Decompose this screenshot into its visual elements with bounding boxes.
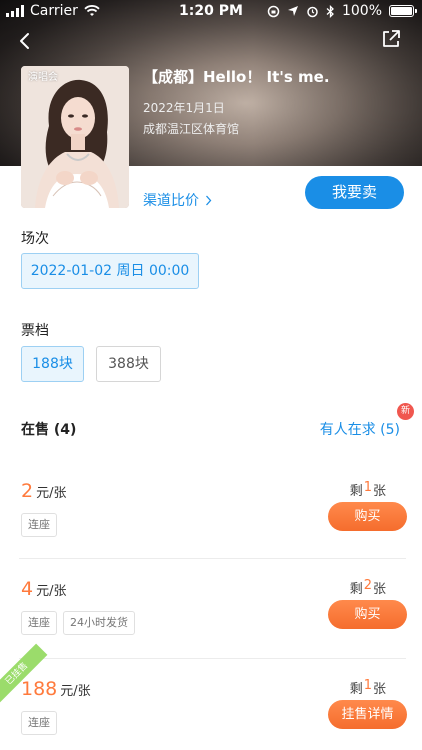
session-option[interactable]: 2022-01-02 周日 00:00 (21, 253, 199, 289)
remain-prefix: 剩 (349, 682, 363, 697)
price-value: 4 (21, 578, 34, 600)
wanted-link[interactable]: 有人在求 (5) (320, 419, 400, 439)
poster-image (21, 66, 129, 208)
listing-tag: 24小时发货 (63, 611, 135, 635)
listing-tag: 连座 (21, 513, 57, 537)
price-value: 2 (21, 480, 34, 502)
remain-number: 1 (363, 678, 372, 693)
bluetooth-icon (326, 4, 334, 18)
remain-prefix: 剩 (349, 484, 363, 499)
event-poster[interactable]: 演唱会 (21, 66, 129, 208)
event-title: 【成都】Hello！ It's me. (143, 68, 330, 86)
chevron-left-icon[interactable] (14, 30, 36, 52)
channel-compare-label: 渠道比价 (143, 193, 199, 209)
price-value: 188 (21, 678, 58, 700)
tier-option-388[interactable]: 388块 (96, 346, 161, 382)
listing-tags: 连座 24小时发货 (21, 611, 135, 635)
remain-number: 1 (363, 480, 372, 495)
listing-item: 4 元/张 连座 24小时发货 剩 2 张 购买 (0, 558, 422, 656)
listing-price: 2 元/张 (21, 480, 66, 502)
remain-suffix: 张 (372, 682, 386, 697)
status-right: 100% (267, 3, 417, 19)
price-unit: 元/张 (60, 684, 91, 699)
listing-item: 已挂售 188 元/张 连座 剩 1 张 挂售详情 (0, 643, 422, 750)
price-unit: 元/张 (36, 584, 67, 599)
remain-suffix: 张 (372, 582, 386, 597)
listing-price: 4 元/张 (21, 578, 66, 600)
remain-prefix: 剩 (349, 582, 363, 597)
listing-tag: 连座 (21, 611, 57, 635)
poster-category-tag: 演唱会 (28, 72, 58, 83)
new-badge: 新 (397, 403, 414, 420)
event-venue: 成都温江区体育馆 (143, 122, 240, 136)
location-icon (287, 6, 298, 16)
listing-price: 188 元/张 (21, 678, 91, 700)
alarm-icon (307, 6, 318, 17)
rotation-lock-icon (267, 5, 280, 17)
listing-item: 2 元/张 连座 剩 1 张 购买 (0, 460, 422, 558)
battery-percent: 100% (341, 3, 382, 19)
tier-option-188[interactable]: 188块 (21, 346, 84, 382)
event-date: 2022年1月1日 (143, 101, 225, 115)
share-icon[interactable] (380, 28, 402, 50)
tier-title: 票档 (21, 323, 49, 339)
listing-tag: 连座 (21, 711, 57, 735)
battery-icon (389, 5, 417, 17)
divider (19, 658, 406, 659)
remaining-count: 剩 1 张 (350, 678, 386, 697)
buy-button[interactable]: 购买 (328, 600, 407, 629)
status-bar: Carrier 1:20 PM 100% (0, 0, 422, 22)
ticket-detail-page: Carrier 1:20 PM 100% 演唱会 【成都】Hello！ It's… (0, 0, 422, 750)
session-title: 场次 (21, 231, 49, 247)
remaining-count: 剩 1 张 (350, 480, 386, 499)
price-unit: 元/张 (36, 486, 67, 501)
remain-number: 2 (363, 578, 372, 593)
on-sale-count: 在售 (4) (21, 422, 77, 438)
listing-tags: 连座 (21, 513, 57, 537)
listing-detail-button[interactable]: 挂售详情 (328, 700, 407, 729)
listing-tags: 连座 (21, 711, 57, 735)
divider (19, 558, 406, 559)
chevron-right-icon (206, 195, 212, 205)
sell-button[interactable]: 我要卖 (305, 176, 404, 209)
buy-button[interactable]: 购买 (328, 502, 407, 531)
channel-compare-link[interactable]: 渠道比价 (143, 190, 212, 210)
remain-suffix: 张 (372, 484, 386, 499)
remaining-count: 剩 2 张 (350, 578, 386, 597)
